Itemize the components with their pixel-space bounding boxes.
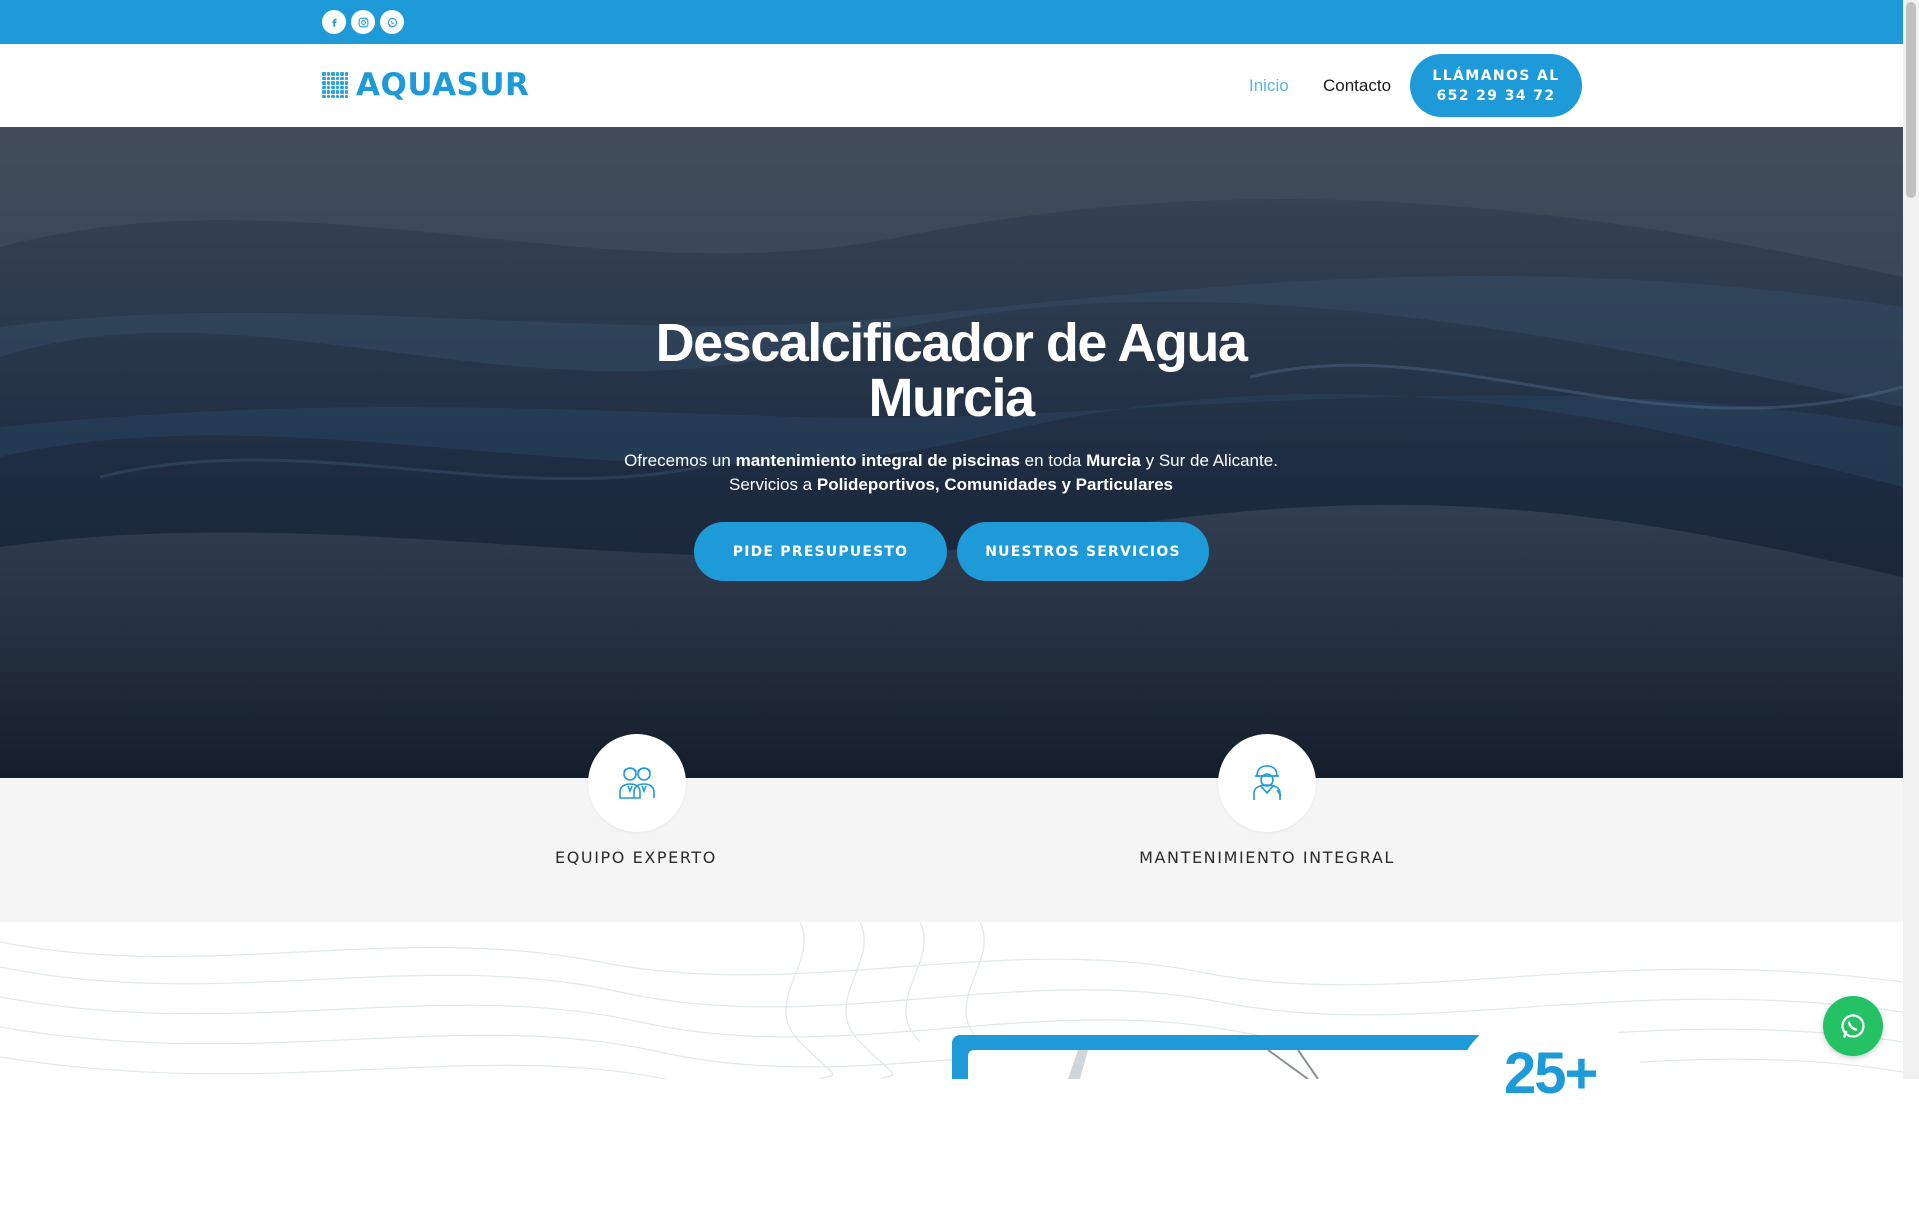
subtitle-bold: Murcia [1086,451,1141,470]
subtitle-text: Ofrecemos un [624,451,736,470]
hero-subtitle: Ofrecemos un mantenimiento integral de p… [551,449,1351,497]
stat-number: 25+ [1504,1041,1598,1106]
logo-mark-icon [322,72,348,98]
hero-title-line2: Murcia [868,368,1035,428]
logo[interactable]: AQUASUR [322,67,529,103]
logo-text: AQUASUR [356,67,530,103]
subtitle-bold: mantenimiento integral de piscinas [735,451,1020,470]
nav-link-inicio[interactable]: Inicio [1249,76,1289,96]
pide-presupuesto-button[interactable]: PIDE PRESUPUESTO [694,522,947,581]
whatsapp-float-button[interactable] [1823,996,1883,1056]
whatsapp-icon[interactable] [380,10,404,34]
subtitle-bold: Polideportivos, Comunidades y Particular… [816,475,1174,494]
call-button-label: LLÁMANOS AL [1432,67,1560,84]
subtitle-text: Servicios a [728,475,817,494]
worker-icon [1218,734,1316,832]
team-icon [588,734,686,832]
hero-title: Descalcificador de Agua Murcia [551,316,1351,426]
main-header [0,44,1903,127]
facebook-icon[interactable] [322,10,346,34]
nav-link-contacto[interactable]: Contacto [1323,76,1391,96]
feature-label-mantenimiento: MANTENIMIENTO INTEGRAL [1139,848,1395,867]
features-section [0,778,1903,922]
subtitle-text: en toda [1019,451,1087,470]
feature-label-equipo: EQUIPO EXPERTO [554,848,717,867]
instagram-icon[interactable] [351,10,375,34]
whatsapp-icon [1841,1014,1865,1038]
subtitle-text: y Sur de Alicante. [1140,451,1278,470]
scrollbar-thumb[interactable] [1906,2,1916,198]
call-button-phone: 652 29 34 72 [1436,87,1556,104]
hero-title-line1: Descalcificador de Agua [655,313,1248,373]
call-button[interactable]: LLÁMANOS AL 652 29 34 72 [1410,54,1582,117]
image-card-photo [968,1050,1478,1079]
nuestros-servicios-button[interactable]: NUESTROS SERVICIOS [957,522,1209,581]
top-bar [0,0,1903,44]
